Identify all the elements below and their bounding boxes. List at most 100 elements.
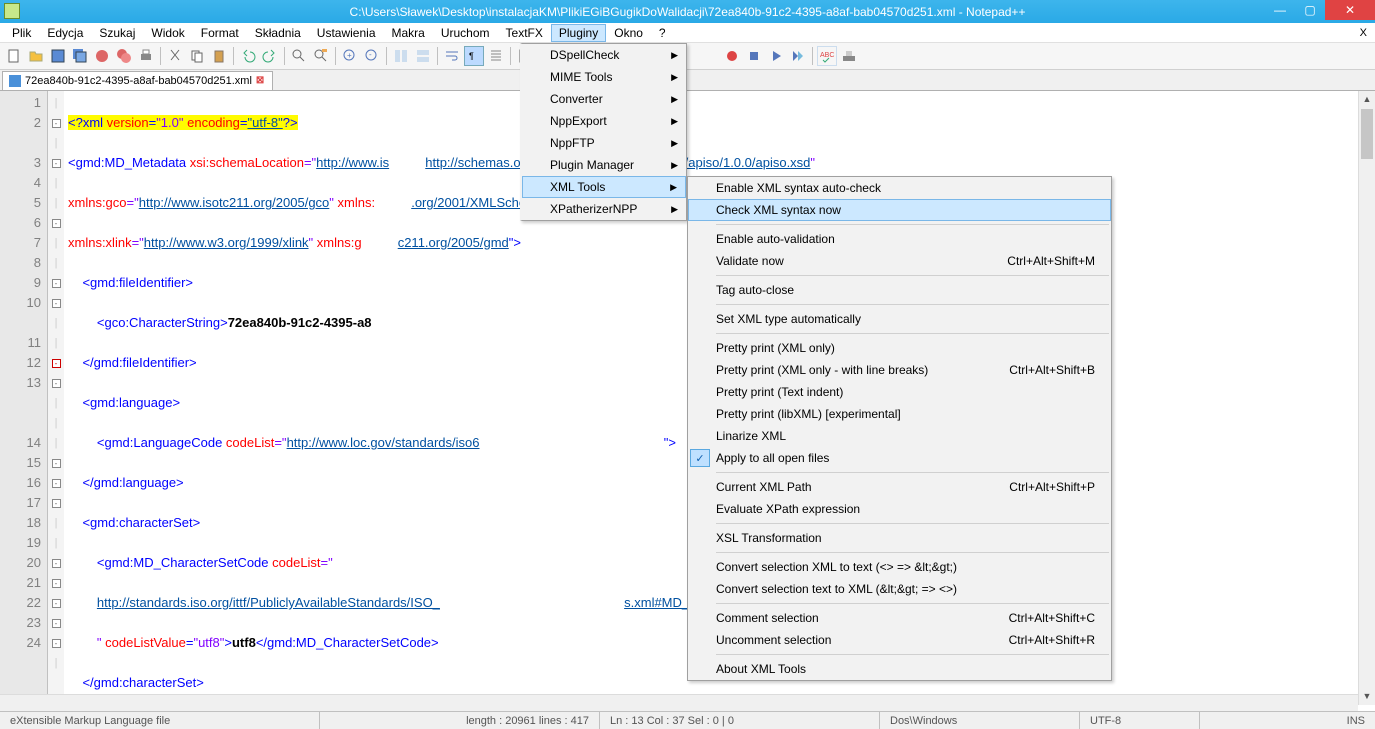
file-tab[interactable]: 72ea840b-91c2-4395-a8af-bab04570d251.xml…	[2, 71, 273, 90]
xml-tools-menu-item[interactable]: Current XML PathCtrl+Alt+Shift+P	[688, 476, 1111, 498]
fold-column[interactable]: |-|-||-||--||--|||---||-----|	[48, 91, 64, 703]
window-title: C:\Users\Sławek\Desktop\instalacjaKM\Pli…	[350, 5, 1026, 19]
menu-ustawienia[interactable]: Ustawienia	[309, 24, 384, 42]
toolbar-separator	[437, 47, 438, 65]
xml-tools-menu-item[interactable]: Pretty print (XML only)	[688, 337, 1111, 359]
plugins-dropdown: DSpellCheck▶MIME Tools▶Converter▶NppExpo…	[520, 43, 687, 221]
macro-play-icon[interactable]	[766, 46, 786, 66]
macro-record-icon[interactable]	[722, 46, 742, 66]
minimize-button[interactable]: —	[1265, 0, 1295, 20]
replace-icon[interactable]	[311, 46, 331, 66]
svg-text:+: +	[347, 51, 352, 60]
xml-tools-menu-item[interactable]: Pretty print (libXML) [experimental]	[688, 403, 1111, 425]
toolbar-separator	[812, 47, 813, 65]
sync-v-icon[interactable]	[391, 46, 411, 66]
wordwrap-icon[interactable]	[442, 46, 462, 66]
print-icon[interactable]	[136, 46, 156, 66]
status-encoding: UTF-8	[1080, 712, 1200, 729]
status-length: length : 20961 lines : 417	[320, 712, 600, 729]
copy-icon[interactable]	[187, 46, 207, 66]
close-button[interactable]: ✕	[1325, 0, 1375, 20]
find-icon[interactable]	[289, 46, 309, 66]
menu-textfx[interactable]: TextFX	[498, 24, 551, 42]
paste-icon[interactable]	[209, 46, 229, 66]
macro-stop-icon[interactable]	[744, 46, 764, 66]
open-file-icon[interactable]	[26, 46, 46, 66]
xml-tools-menu-item[interactable]: Set XML type automatically	[688, 308, 1111, 330]
cut-icon[interactable]	[165, 46, 185, 66]
zoom-in-icon[interactable]: +	[340, 46, 360, 66]
xml-tools-menu-item[interactable]: Enable XML syntax auto-check	[688, 177, 1111, 199]
menu-format[interactable]: Format	[193, 24, 247, 42]
plugins-menu-item[interactable]: XPatherizerNPP▶	[522, 198, 686, 220]
tab-close-icon[interactable]: ⊠	[256, 76, 266, 86]
menu-szukaj[interactable]: Szukaj	[91, 24, 143, 42]
svg-text:ABC: ABC	[820, 52, 834, 59]
svg-text:-: -	[369, 50, 372, 59]
spellcheck-icon[interactable]: ABC	[817, 46, 837, 66]
menu-makra[interactable]: Makra	[384, 24, 433, 42]
ftp-icon[interactable]	[839, 46, 859, 66]
xml-tools-menu-item[interactable]: Evaluate XPath expression	[688, 498, 1111, 520]
maximize-button[interactable]: ▢	[1295, 0, 1325, 20]
close-all-icon[interactable]	[114, 46, 134, 66]
plugins-menu-item[interactable]: DSpellCheck▶	[522, 44, 686, 66]
menu-edycja[interactable]: Edycja	[39, 24, 91, 42]
macro-multi-icon[interactable]	[788, 46, 808, 66]
xml-tools-menu-item[interactable]: Convert selection text to XML (&lt;&gt; …	[688, 578, 1111, 600]
plugins-menu-item[interactable]: Plugin Manager▶	[522, 154, 686, 176]
plugins-menu-item[interactable]: MIME Tools▶	[522, 66, 686, 88]
save-all-icon[interactable]	[70, 46, 90, 66]
scroll-thumb[interactable]	[1361, 109, 1373, 159]
menu-uruchom[interactable]: Uruchom	[433, 24, 498, 42]
undo-icon[interactable]	[238, 46, 258, 66]
xml-tools-menu-item[interactable]: Convert selection XML to text (<> => &lt…	[688, 556, 1111, 578]
status-eol: Dos\Windows	[880, 712, 1080, 729]
vertical-scrollbar[interactable]: ▲ ▼	[1358, 91, 1375, 705]
xml-tools-menu-item[interactable]: XSL Transformation	[688, 527, 1111, 549]
menu-widok[interactable]: Widok	[143, 24, 192, 42]
scroll-down-icon[interactable]: ▼	[1359, 688, 1375, 705]
xml-tools-menu-item[interactable]: Uncomment selectionCtrl+Alt+Shift+R	[688, 629, 1111, 651]
xml-tools-menu-item[interactable]: Pretty print (XML only - with line break…	[688, 359, 1111, 381]
file-tab-icon	[9, 75, 21, 87]
xml-tools-menu-item[interactable]: Validate nowCtrl+Alt+Shift+M	[688, 250, 1111, 272]
menu-plik[interactable]: Plik	[4, 24, 39, 42]
svg-text:¶: ¶	[469, 51, 474, 61]
indent-guide-icon[interactable]	[486, 46, 506, 66]
menu-help[interactable]: ?	[651, 24, 674, 42]
menu-skladnia[interactable]: Składnia	[247, 24, 309, 42]
redo-icon[interactable]	[260, 46, 280, 66]
plugins-menu-item[interactable]: NppFTP▶	[522, 132, 686, 154]
close-file-icon[interactable]	[92, 46, 112, 66]
scroll-up-icon[interactable]: ▲	[1359, 91, 1375, 108]
xml-tools-menu-item[interactable]: Enable auto-validation	[688, 228, 1111, 250]
xml-tools-menu-item[interactable]: Comment selectionCtrl+Alt+Shift+C	[688, 607, 1111, 629]
zoom-out-icon[interactable]: -	[362, 46, 382, 66]
tabbar: 72ea840b-91c2-4395-a8af-bab04570d251.xml…	[0, 70, 1375, 91]
toolbar: + - ¶ ABC	[0, 43, 1375, 70]
sync-h-icon[interactable]	[413, 46, 433, 66]
plugins-menu-item[interactable]: NppExport▶	[522, 110, 686, 132]
plugins-menu-item[interactable]: Converter▶	[522, 88, 686, 110]
status-position: Ln : 13 Col : 37 Sel : 0 | 0	[600, 712, 880, 729]
new-file-icon[interactable]	[4, 46, 24, 66]
xml-tools-menu-item[interactable]: ✓Apply to all open files	[688, 447, 1111, 469]
save-icon[interactable]	[48, 46, 68, 66]
toolbar-separator	[510, 47, 511, 65]
xml-tools-menu-item[interactable]: Check XML syntax now	[688, 199, 1111, 221]
xml-tools-dropdown: Enable XML syntax auto-checkCheck XML sy…	[687, 176, 1112, 681]
horizontal-scrollbar[interactable]	[0, 694, 1358, 711]
xml-tools-menu-item[interactable]: About XML Tools	[688, 658, 1111, 680]
window-buttons: — ▢ ✕	[1265, 0, 1375, 20]
plugins-menu-item[interactable]: XML Tools▶	[522, 176, 686, 198]
status-filetype: eXtensible Markup Language file	[0, 712, 320, 729]
xml-tools-menu-item[interactable]: Tag auto-close	[688, 279, 1111, 301]
xml-tools-menu-item[interactable]: Linarize XML	[688, 425, 1111, 447]
file-tab-label: 72ea840b-91c2-4395-a8af-bab04570d251.xml	[25, 75, 252, 87]
menubar-x[interactable]: X	[1360, 27, 1367, 39]
xml-tools-menu-item[interactable]: Pretty print (Text indent)	[688, 381, 1111, 403]
menu-pluginy[interactable]: Pluginy	[551, 24, 606, 42]
menu-okno[interactable]: Okno	[606, 24, 651, 42]
show-all-chars-icon[interactable]: ¶	[464, 46, 484, 66]
